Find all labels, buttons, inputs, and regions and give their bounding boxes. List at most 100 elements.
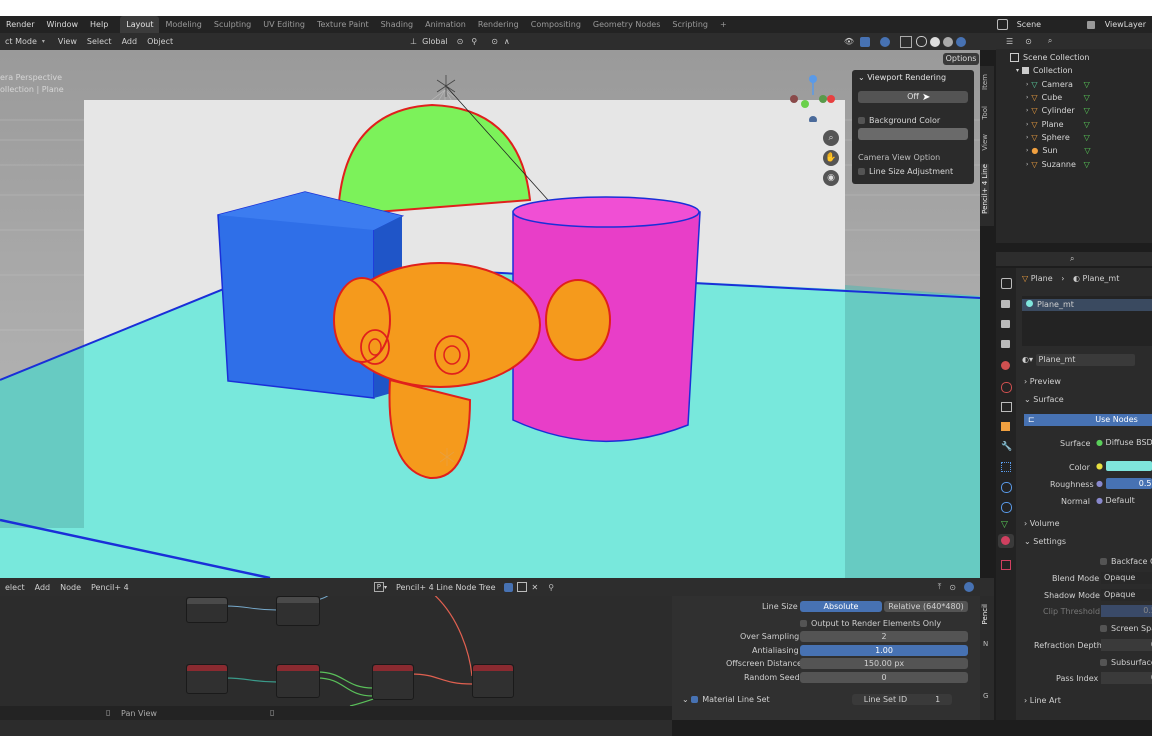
- tab-tool[interactable]: Tool: [981, 106, 989, 120]
- xray-icon[interactable]: [900, 35, 912, 48]
- offscreen-distance-field[interactable]: 150.00 px: [800, 658, 968, 669]
- line-size-absolute-button[interactable]: Absolute: [800, 601, 882, 612]
- tab-view[interactable]: View: [981, 134, 989, 151]
- tab-texture-paint[interactable]: Texture Paint: [311, 16, 375, 33]
- background-color-checkbox[interactable]: [858, 117, 865, 124]
- outliner-item[interactable]: › ▽ Cube ▽: [1026, 91, 1152, 104]
- outliner-item[interactable]: › ▽ Camera ▽: [1026, 78, 1152, 91]
- backface-checkbox[interactable]: [1100, 558, 1107, 565]
- line-size-adjustment-checkbox[interactable]: [858, 168, 865, 175]
- view-layer-tab-icon[interactable]: [1001, 340, 1010, 348]
- tab-pencil[interactable]: Pencil: [981, 604, 989, 624]
- visibility-icon[interactable]: 👁: [844, 37, 854, 46]
- data-tab-icon[interactable]: ▽: [1001, 520, 1008, 530]
- use-nodes-button[interactable]: ⊏ Use Nodes: [1024, 414, 1152, 426]
- node-line-set[interactable]: [372, 664, 414, 700]
- chevron-right-icon[interactable]: ›: [1026, 81, 1028, 88]
- screen-space-checkbox[interactable]: [1100, 625, 1107, 632]
- node-brush-settings[interactable]: [276, 596, 320, 626]
- clip-threshold-field[interactable]: 0.5: [1101, 605, 1152, 617]
- falloff-icon[interactable]: ∧: [504, 37, 510, 46]
- menu-pencil[interactable]: Pencil+ 4: [86, 583, 134, 592]
- outliner-item[interactable]: › ▽ Cylinder ▽: [1026, 104, 1152, 117]
- subsurface-row[interactable]: Subsurface: [1100, 658, 1152, 667]
- tool-tab-icon[interactable]: [1001, 278, 1012, 289]
- outliner-item[interactable]: › ● Sun ▽: [1026, 144, 1152, 157]
- menu-render[interactable]: Render: [0, 20, 40, 29]
- outliner-item[interactable]: › ▽ Suzanne ▽: [1026, 157, 1152, 170]
- 3d-viewport[interactable]: era Perspective ollection | Plane Option…: [0, 50, 980, 578]
- material-tab-icon[interactable]: [998, 534, 1014, 548]
- tab-pencil-line[interactable]: Pencil+ 4 Line: [981, 164, 989, 214]
- zoom-icon[interactable]: ⌕: [823, 130, 839, 146]
- chevron-right-icon[interactable]: ›: [1026, 107, 1028, 114]
- section-settings[interactable]: ⌄ Settings: [1024, 537, 1066, 546]
- gizmo-toggle-icon[interactable]: [860, 36, 870, 47]
- rendered-shading-icon[interactable]: [956, 36, 966, 47]
- render-tab-icon[interactable]: [1001, 300, 1010, 308]
- transform-orientation-dropdown[interactable]: Global: [417, 37, 453, 46]
- search-icon[interactable]: ⌕: [1048, 36, 1052, 46]
- material-line-set-row[interactable]: ⌄ Material Line Set: [682, 695, 770, 704]
- pin-icon[interactable]: ⚲: [548, 583, 554, 592]
- section-preview[interactable]: › Preview: [1024, 377, 1061, 386]
- outliner-item[interactable]: › ▽ Plane ▽: [1026, 117, 1152, 130]
- navigation-gizmo[interactable]: [788, 72, 838, 122]
- section-line-art[interactable]: › Line Art: [1024, 696, 1061, 705]
- outliner-item[interactable]: › ▽ Sphere ▽: [1026, 131, 1152, 144]
- background-color-swatch[interactable]: [858, 128, 968, 140]
- proportional-edit-icon[interactable]: ⊙: [491, 37, 498, 46]
- duplicate-icon[interactable]: [516, 582, 527, 592]
- mode-selector[interactable]: ct Mode: [0, 37, 42, 46]
- snap-icon[interactable]: ⊙: [949, 583, 956, 592]
- texture-tab-icon[interactable]: [1001, 560, 1011, 570]
- tab-sculpting[interactable]: Sculpting: [208, 16, 257, 33]
- node-tree-name[interactable]: Pencil+ 4 Line Node Tree: [391, 583, 501, 592]
- modifier-tab-icon[interactable]: 🔧: [1001, 442, 1012, 452]
- pass-index-field[interactable]: 0: [1101, 672, 1152, 684]
- output-render-elements-checkbox[interactable]: [800, 620, 807, 627]
- normal-field[interactable]: ● Default: [1096, 495, 1152, 507]
- wireframe-shading-icon[interactable]: [916, 36, 927, 47]
- chevron-right-icon[interactable]: ›: [1026, 121, 1028, 128]
- material-name-field[interactable]: Plane_mt: [1035, 354, 1135, 366]
- line-size-adjustment-row[interactable]: Line Size Adjustment: [858, 167, 953, 176]
- view-layer-selector[interactable]: ViewLayer: [1099, 20, 1152, 29]
- fake-user-icon[interactable]: [503, 582, 513, 592]
- constraints-tab-icon[interactable]: [1001, 502, 1012, 513]
- blend-mode-dropdown[interactable]: Opaque: [1101, 572, 1152, 584]
- color-swatch[interactable]: ●: [1096, 461, 1152, 473]
- node-line[interactable]: [472, 664, 514, 698]
- material-browse-icon[interactable]: ◐▾: [1022, 355, 1036, 364]
- editor-type-icon[interactable]: ☰: [1006, 37, 1013, 46]
- surface-shader-field[interactable]: ● Diffuse BSD: [1096, 437, 1152, 449]
- material-slot-item[interactable]: Plane_mt: [1022, 299, 1152, 311]
- over-sampling-field[interactable]: 2: [800, 631, 968, 642]
- node-brush-detail-2[interactable]: [186, 664, 228, 694]
- tab-layout[interactable]: Layout: [120, 16, 160, 33]
- line-size-relative-button[interactable]: Relative (640*480): [884, 601, 968, 612]
- node-tree-type-icon[interactable]: P: [373, 582, 384, 592]
- scene-tab-icon[interactable]: [1001, 361, 1010, 370]
- snap-icon[interactable]: ⚲: [471, 37, 477, 46]
- shadow-mode-dropdown[interactable]: Opaque: [1101, 589, 1152, 601]
- object-tab-icon[interactable]: [1001, 422, 1010, 431]
- chevron-right-icon[interactable]: ›: [1026, 147, 1028, 154]
- menu-select[interactable]: elect: [0, 583, 30, 592]
- tab-modeling[interactable]: Modeling: [159, 16, 207, 33]
- close-icon[interactable]: ✕: [532, 583, 539, 592]
- tab-animation[interactable]: Animation: [419, 16, 472, 33]
- tab-g[interactable]: G: [983, 692, 988, 700]
- overlay-toggle-icon[interactable]: [964, 582, 974, 592]
- search-icon[interactable]: ⌕: [1070, 254, 1074, 264]
- overlay-toggle-icon[interactable]: [880, 36, 890, 47]
- output-tab-icon[interactable]: [1001, 320, 1010, 328]
- display-mode-icon[interactable]: ⊙: [1025, 37, 1032, 46]
- tab-shading[interactable]: Shading: [375, 16, 420, 33]
- background-color-row[interactable]: Background Color: [858, 116, 940, 125]
- chevron-right-icon[interactable]: ›: [1026, 161, 1028, 168]
- pan-hand-icon[interactable]: ✋: [823, 150, 839, 166]
- tab-geometry-nodes[interactable]: Geometry Nodes: [587, 16, 666, 33]
- material-shading-icon[interactable]: [943, 36, 953, 47]
- outliner-scene-collection[interactable]: Scene Collection: [1010, 51, 1152, 64]
